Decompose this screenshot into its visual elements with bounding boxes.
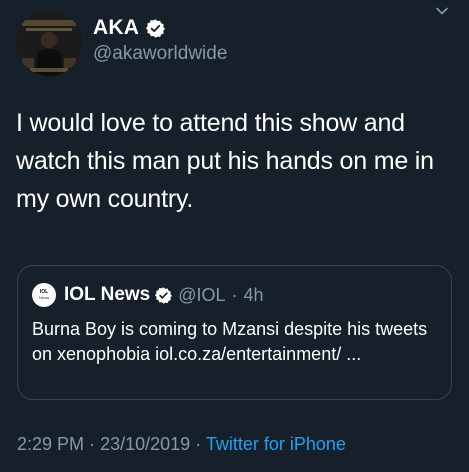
verified-badge-icon bbox=[155, 286, 173, 304]
author-name[interactable]: AKA bbox=[93, 16, 139, 40]
tweet-source-link[interactable]: Twitter for iPhone bbox=[206, 434, 346, 454]
quoted-avatar-logo-subtext: News bbox=[38, 295, 49, 300]
author-avatar[interactable] bbox=[16, 10, 82, 76]
quoted-author-handle[interactable]: @IOL bbox=[178, 285, 225, 306]
quoted-author-name[interactable]: IOL News bbox=[64, 284, 150, 306]
verified-badge-icon bbox=[146, 18, 166, 38]
tweet-date[interactable]: 23/10/2019 bbox=[100, 434, 190, 454]
author-name-row[interactable]: AKA bbox=[93, 16, 166, 40]
avatar-image bbox=[16, 10, 82, 76]
quoted-tweet[interactable]: IOL News IOL News @IOL · 4h Burna Boy is… bbox=[17, 265, 452, 400]
author-handle[interactable]: @akaworldwide bbox=[93, 43, 227, 65]
tweet-text: I would love to attend this show and wat… bbox=[16, 109, 434, 213]
quoted-tweet-text: Burna Boy is coming to Mzansi despite hi… bbox=[32, 319, 428, 364]
quoted-avatar[interactable]: IOL News bbox=[32, 283, 56, 307]
chevron-down-icon[interactable] bbox=[435, 4, 449, 18]
tweet-time[interactable]: 2:29 PM bbox=[17, 434, 84, 454]
quoted-meta-separator: · bbox=[231, 284, 238, 305]
tweet-card: AKA @akaworldwide I would love to attend… bbox=[0, 0, 469, 472]
tweet-footer: 2:29 PM · 23/10/2019 · Twitter for iPhon… bbox=[17, 434, 346, 455]
footer-separator: · bbox=[195, 434, 202, 454]
footer-separator: · bbox=[89, 434, 96, 454]
quoted-tweet-header: IOL News IOL News @IOL · 4h bbox=[32, 283, 264, 307]
quoted-tweet-age[interactable]: 4h bbox=[244, 285, 264, 306]
